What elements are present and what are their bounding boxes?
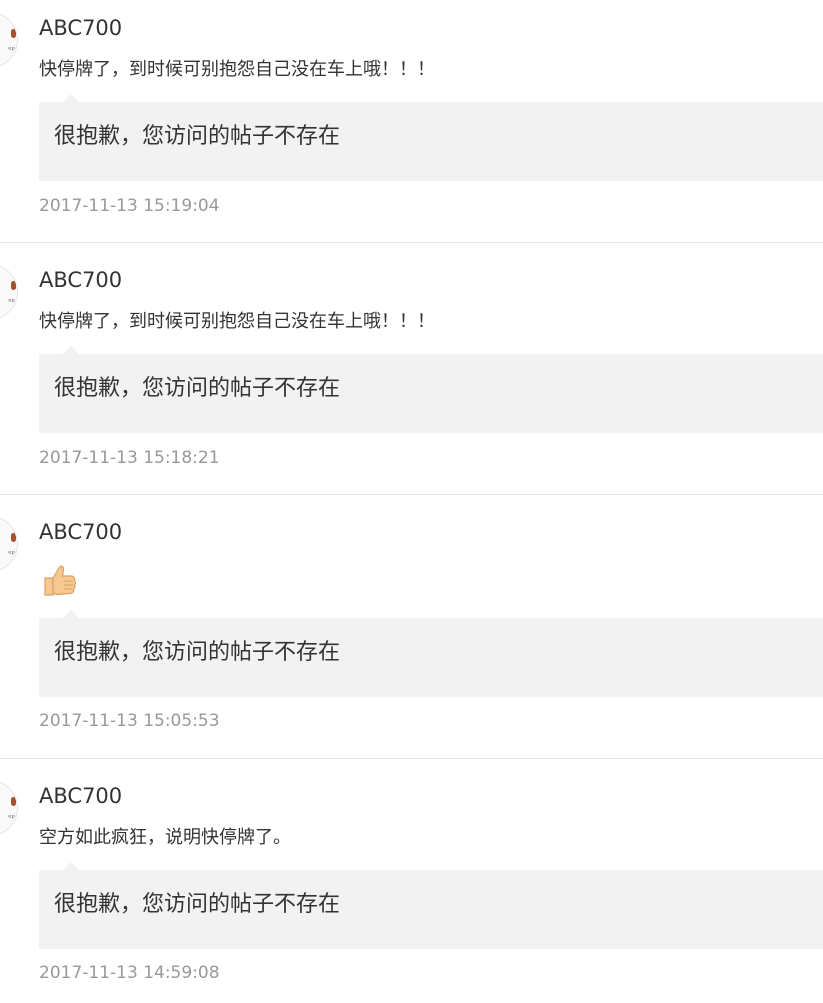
avatar[interactable]: ᵉᵖ: [0, 12, 18, 68]
avatar-badge-icon: ᵉᵖ: [8, 45, 15, 54]
post-feed: ᵉᵖ ABC700 快停牌了，到时候可别抱怨自己没在车上哦！！！ 很抱歉，您访问…: [0, 0, 823, 1003]
avatar-graphic: [11, 533, 16, 542]
username-link[interactable]: ABC700: [39, 782, 122, 810]
username-link[interactable]: ABC700: [39, 266, 122, 294]
username-link[interactable]: ABC700: [39, 14, 122, 42]
quoted-post-text: 很抱歉，您访问的帖子不存在: [54, 376, 341, 401]
post-divider: [0, 758, 823, 759]
avatar-graphic: [11, 29, 16, 38]
avatar-badge-icon: ᵉᵖ: [8, 813, 15, 822]
avatar[interactable]: ᵉᵖ: [0, 516, 18, 572]
avatar-badge-icon: ᵉᵖ: [8, 549, 15, 558]
username-link[interactable]: ABC700: [39, 518, 122, 546]
avatar-graphic: [11, 797, 16, 806]
post-content: 快停牌了，到时候可别抱怨自己没在车上哦！！！: [39, 311, 435, 332]
post-timestamp: 2017-11-13 15:19:04: [39, 196, 220, 216]
quoted-post[interactable]: 很抱歉，您访问的帖子不存在: [39, 610, 823, 697]
post-item: ᵉᵖ ABC700 空方如此疯狂，说明快停牌了。 很抱歉，您访问的帖子不存在 2…: [0, 768, 823, 1003]
post-timestamp: 2017-11-13 15:18:21: [39, 448, 220, 468]
post-timestamp: 2017-11-13 15:05:53: [39, 711, 220, 731]
post-content: 空方如此疯狂，说明快停牌了。: [39, 827, 291, 848]
quoted-post-text: 很抱歉，您访问的帖子不存在: [54, 892, 341, 917]
post-timestamp: 2017-11-13 14:59:08: [39, 963, 220, 983]
avatar-badge-icon: ᵉᵖ: [8, 297, 15, 306]
post-item: ᵉᵖ ABC700 很抱歉，您访问的帖子不存在 2017-11-13 15:05…: [0, 504, 823, 759]
post-item: ᵉᵖ ABC700 快停牌了，到时候可别抱怨自己没在车上哦！！！ 很抱歉，您访问…: [0, 0, 823, 243]
post-item: ᵉᵖ ABC700 快停牌了，到时候可别抱怨自己没在车上哦！！！ 很抱歉，您访问…: [0, 252, 823, 495]
post-content: 快停牌了，到时候可别抱怨自己没在车上哦！！！: [39, 59, 435, 80]
quoted-post-text: 很抱歉，您访问的帖子不存在: [54, 124, 341, 149]
quoted-post-text: 很抱歉，您访问的帖子不存在: [54, 640, 341, 665]
quoted-post[interactable]: 很抱歉，您访问的帖子不存在: [39, 94, 823, 181]
avatar[interactable]: ᵉᵖ: [0, 780, 18, 836]
avatar[interactable]: ᵉᵖ: [0, 264, 18, 320]
avatar-graphic: [11, 281, 16, 290]
post-divider: [0, 242, 823, 243]
post-divider: [0, 494, 823, 495]
thumbs-up-emoji-icon: [44, 565, 77, 596]
quoted-post[interactable]: 很抱歉，您访问的帖子不存在: [39, 862, 823, 949]
quoted-post[interactable]: 很抱歉，您访问的帖子不存在: [39, 346, 823, 433]
